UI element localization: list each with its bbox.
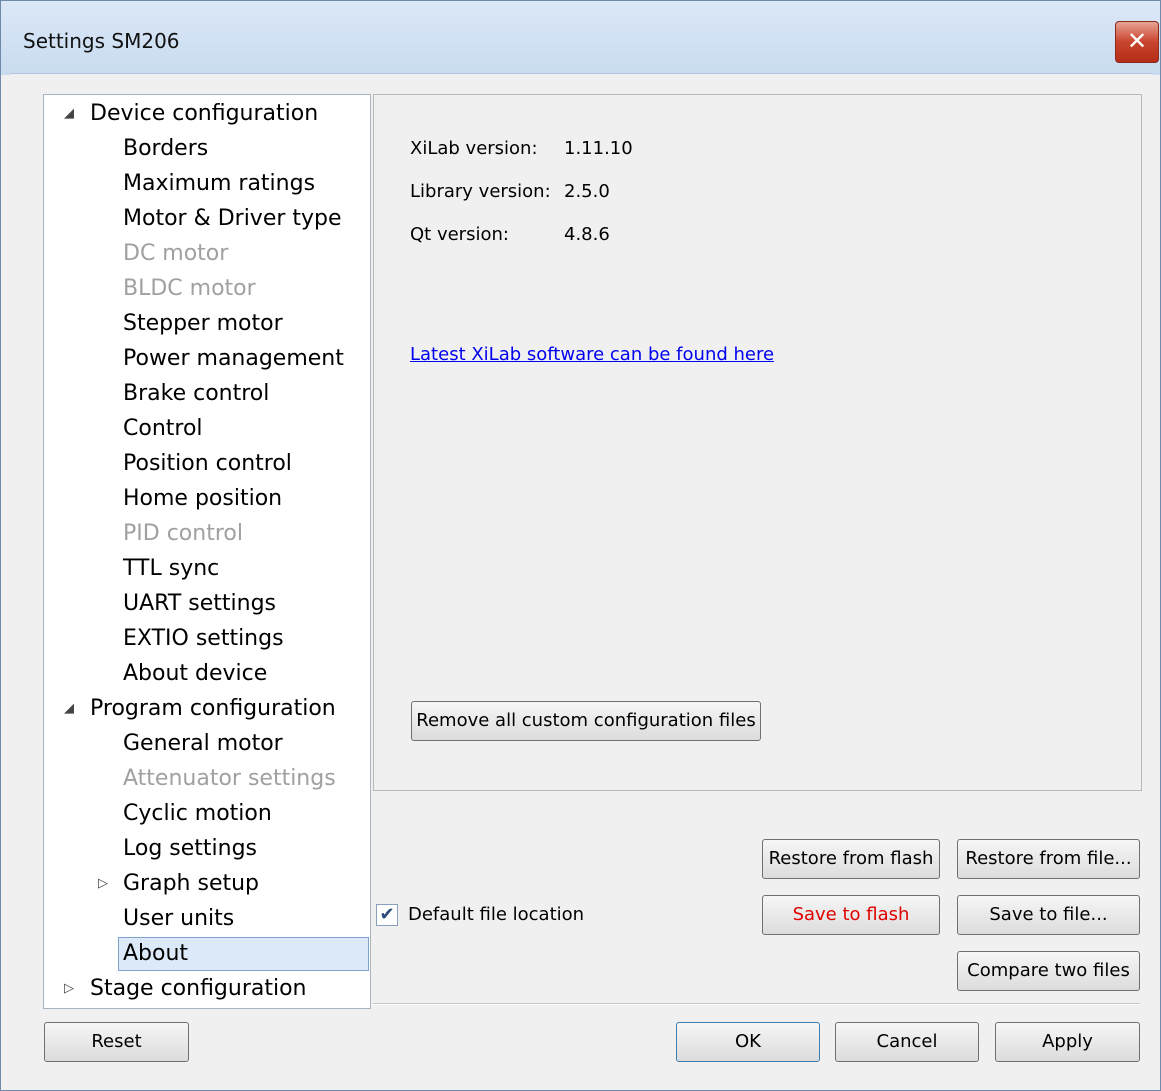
tree-item-general-motor[interactable]: General motor [44, 727, 368, 761]
ok-button[interactable]: OK [676, 1022, 820, 1062]
tree-item-power-management[interactable]: Power management [44, 342, 368, 376]
tree-item-label: Cyclic motion [123, 801, 272, 826]
checkmark-icon: ✔ [379, 904, 395, 925]
cancel-button[interactable]: Cancel [835, 1022, 979, 1062]
tree-item-extio-settings[interactable]: EXTIO settings [44, 622, 368, 656]
tree-item-control[interactable]: Control [44, 412, 368, 446]
download-link[interactable]: Latest XiLab software can be found here [410, 344, 774, 365]
xilab-version-value: 1.11.10 [564, 138, 633, 159]
tree-item-label: Maximum ratings [123, 171, 316, 196]
dialog-body: ◢ Device configuration Borders Maximum rati… [10, 73, 1153, 1083]
tree-item-label: General motor [123, 731, 283, 756]
tree-item-about[interactable]: About [118, 937, 369, 971]
tree-item-label: BLDC motor [123, 276, 256, 301]
expanded-arrow-icon[interactable]: ◢ [64, 97, 74, 131]
tree-item-graph-setup[interactable]: ▷ Graph setup [44, 867, 368, 901]
tree-item-label: User units [123, 906, 235, 931]
close-icon: ✕ [1126, 27, 1148, 55]
title-bar[interactable]: Settings SM206 ✕ [1, 1, 1160, 75]
remove-custom-config-button[interactable]: Remove all custom configuration files [411, 701, 761, 741]
expanded-arrow-icon[interactable]: ◢ [64, 692, 74, 726]
tree-item-label: Brake control [123, 381, 270, 406]
tree-item-brake-control[interactable]: Brake control [44, 377, 368, 411]
separator [373, 1003, 1140, 1005]
tree-item-user-units[interactable]: User units [44, 902, 368, 936]
tree-item-motor-driver-type[interactable]: Motor & Driver type [44, 202, 368, 236]
tree-item-label: EXTIO settings [123, 626, 284, 651]
tree-item-label: DC motor [123, 241, 229, 266]
save-to-flash-label: Save to flash [792, 904, 910, 925]
tree-item-label: PID control [123, 521, 243, 546]
tree-item-attenuator-settings[interactable]: Attenuator settings [44, 762, 368, 796]
qt-version-label: Qt version: [410, 224, 509, 245]
reset-button[interactable]: Reset [44, 1022, 189, 1062]
collapsed-arrow-icon[interactable]: ▷ [98, 867, 108, 901]
tree-group-device-configuration[interactable]: ◢ Device configuration [44, 97, 368, 131]
settings-window: Settings SM206 ✕ ◢ Device configuration Bo… [0, 0, 1161, 1091]
window-title: Settings SM206 [23, 29, 180, 53]
collapsed-arrow-icon[interactable]: ▷ [64, 972, 74, 1006]
tree-item-label: Power management [123, 346, 344, 371]
tree-group-stage-configuration[interactable]: ▷ Stage configuration [44, 972, 368, 1006]
tree-item-pid-control[interactable]: PID control [44, 517, 368, 551]
default-file-location-checkbox[interactable]: ✔ [376, 904, 398, 926]
xilab-version-label: XiLab version: [410, 138, 538, 159]
default-file-location-label: Default file location [408, 904, 585, 925]
apply-button[interactable]: Apply [995, 1022, 1140, 1062]
tree-item-dc-motor[interactable]: DC motor [44, 237, 368, 271]
settings-tree[interactable]: ◢ Device configuration Borders Maximum rati… [43, 94, 371, 1009]
restore-from-flash-button[interactable]: Restore from flash [762, 839, 940, 879]
tree-item-label: Motor & Driver type [123, 206, 342, 231]
tree-item-label: Attenuator settings [123, 766, 336, 791]
tree-item-label: UART settings [123, 591, 277, 616]
tree-item-label: Control [123, 416, 203, 441]
restore-from-file-button[interactable]: Restore from file... [957, 839, 1140, 879]
tree-item-bldc-motor[interactable]: BLDC motor [44, 272, 368, 306]
qt-version-value: 4.8.6 [564, 224, 610, 245]
tree-item-cyclic-motion[interactable]: Cyclic motion [44, 797, 368, 831]
tree-item-label: TTL sync [123, 556, 220, 581]
tree-item-borders[interactable]: Borders [44, 132, 368, 166]
tree-group-label: Program configuration [90, 696, 336, 721]
library-version-value: 2.5.0 [564, 181, 610, 202]
tree-item-home-position[interactable]: Home position [44, 482, 368, 516]
save-to-flash-button[interactable]: Save to flash [762, 895, 940, 935]
tree-item-label: About device [123, 661, 268, 686]
about-panel: XiLab version: 1.11.10 Library version: … [373, 94, 1142, 791]
tree-item-label: Home position [123, 486, 283, 511]
tree-item-position-control[interactable]: Position control [44, 447, 368, 481]
save-to-file-button[interactable]: Save to file... [957, 895, 1140, 935]
tree-group-label: Device configuration [90, 101, 319, 126]
library-version-label: Library version: [410, 181, 551, 202]
tree-item-label: Graph setup [123, 871, 260, 896]
tree-item-label: Stepper motor [123, 311, 283, 336]
tree-item-log-settings[interactable]: Log settings [44, 832, 368, 866]
tree-group-program-configuration[interactable]: ◢ Program configuration [44, 692, 368, 726]
tree-item-label: Position control [123, 451, 292, 476]
tree-group-label: Stage configuration [90, 976, 307, 1001]
tree-item-label: About [123, 941, 189, 966]
close-button[interactable]: ✕ [1115, 21, 1159, 63]
compare-two-files-button[interactable]: Compare two files [957, 951, 1140, 991]
tree-item-label: Log settings [123, 836, 258, 861]
tree-item-ttl-sync[interactable]: TTL sync [44, 552, 368, 586]
tree-item-about-device[interactable]: About device [44, 657, 368, 691]
tree-item-uart-settings[interactable]: UART settings [44, 587, 368, 621]
tree-item-label: Borders [123, 136, 209, 161]
tree-item-stepper-motor[interactable]: Stepper motor [44, 307, 368, 341]
tree-item-maximum-ratings[interactable]: Maximum ratings [44, 167, 368, 201]
